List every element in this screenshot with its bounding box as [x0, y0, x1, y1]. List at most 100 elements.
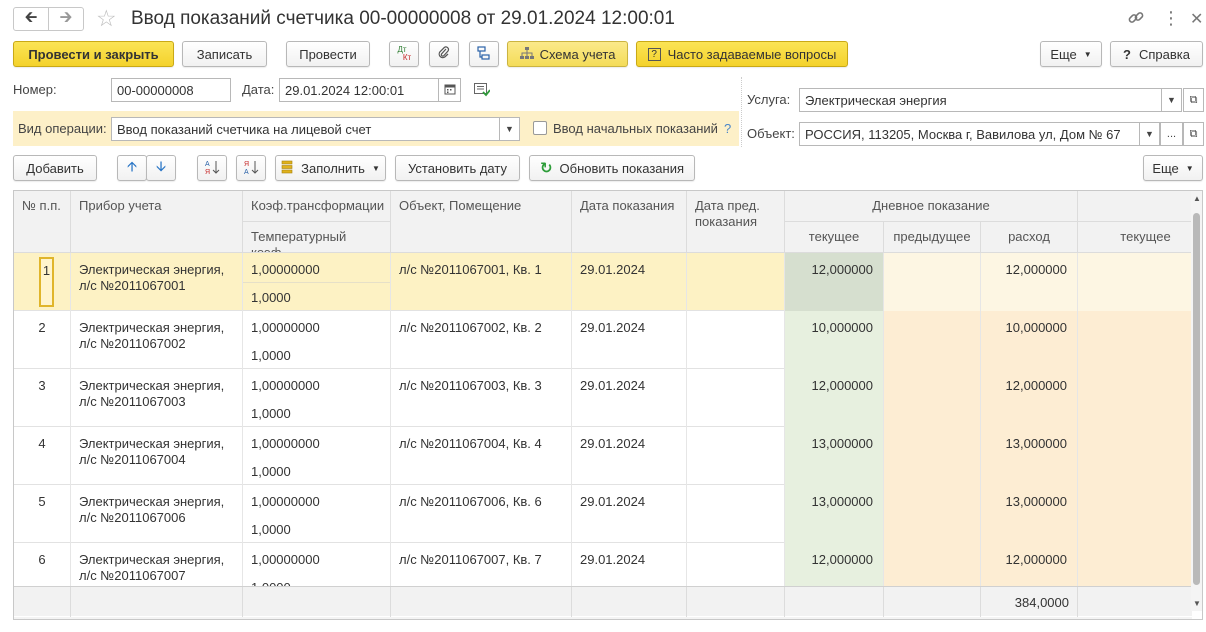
cell-object[interactable]: л/с №2011067002, Кв. 2 [391, 311, 572, 369]
cell-object[interactable]: л/с №2011067003, Кв. 3 [391, 369, 572, 427]
header-num[interactable]: № п.п. [14, 191, 71, 253]
set-date-button[interactable]: Установить дату [395, 155, 520, 181]
cell-object[interactable]: л/с №2011067006, Кв. 6 [391, 485, 572, 543]
cell-coef[interactable]: 1,00000000 1,0000 [243, 427, 391, 485]
cell-prev[interactable] [687, 253, 785, 311]
dt-kt-button[interactable]: Дт Кт [389, 41, 419, 67]
cell-coef[interactable]: 1,00000000 1,0000 [243, 369, 391, 427]
service-dropdown-button[interactable]: ▼ [1161, 88, 1182, 112]
cell-current[interactable]: 13,000000 [785, 485, 884, 543]
back-button[interactable]: 🡰 [13, 7, 49, 31]
cell-cur2[interactable] [1078, 253, 1192, 311]
favorite-star-icon[interactable]: ☆ [96, 5, 117, 31]
cell-object[interactable]: л/с №2011067004, Кв. 4 [391, 427, 572, 485]
table-row[interactable]: 4 Электрическая энергия, л/с №2011067004 1,… [14, 427, 1192, 485]
object-field[interactable]: РОССИЯ, 113205, Москва г, Вавилова ул, Д… [799, 122, 1140, 146]
cell-previous[interactable] [884, 427, 981, 485]
header-device[interactable]: Прибор учета [71, 191, 243, 253]
cell-cur2[interactable] [1078, 311, 1192, 369]
cell-current[interactable]: 10,000000 [785, 311, 884, 369]
close-icon[interactable]: ✕ [1190, 9, 1203, 29]
horizontal-scroll-thumb[interactable] [38, 619, 702, 620]
cell-current[interactable]: 13,000000 [785, 427, 884, 485]
cell-coef[interactable]: 1,00000000 1,0000 [243, 485, 391, 543]
cell-date[interactable]: 29.01.2024 [572, 253, 687, 311]
cell-usage[interactable]: 12,000000 [981, 369, 1078, 427]
operation-dropdown-button[interactable]: ▼ [499, 117, 520, 141]
attach-button[interactable] [429, 41, 459, 67]
forward-button[interactable]: 🡲 [48, 7, 84, 31]
cell-usage[interactable]: 10,000000 [981, 311, 1078, 369]
cell-object[interactable]: л/с №2011067001, Кв. 1 [391, 253, 572, 311]
cell-current[interactable]: 12,000000 [785, 369, 884, 427]
cell-date[interactable]: 29.01.2024 [572, 427, 687, 485]
readings-table[interactable]: № п.п. Прибор учета Коэф.трансформации Т… [13, 190, 1203, 620]
help-button[interactable]: ? Справка [1110, 41, 1203, 67]
service-open-button[interactable]: ⧉ [1183, 88, 1204, 112]
header-coef[interactable]: Коэф.трансформации [243, 191, 391, 222]
calendar-button[interactable] [438, 78, 461, 102]
cell-usage[interactable]: 13,000000 [981, 485, 1078, 543]
structure-button[interactable] [469, 41, 499, 67]
cell-n[interactable]: 3 [14, 369, 71, 427]
more-vertical-icon[interactable]: ⋮ [1162, 8, 1180, 29]
cell-previous[interactable] [884, 311, 981, 369]
scroll-up-icon[interactable]: ▲ [1193, 194, 1201, 203]
operation-select[interactable]: Ввод показаний счетчика на лицевой счет [111, 117, 500, 141]
cell-current[interactable]: 12,000000 [785, 253, 884, 311]
object-dropdown-button[interactable]: ▼ [1139, 122, 1160, 146]
scroll-right-icon[interactable]: ▶ [1178, 617, 1184, 619]
horizontal-scrollbar[interactable]: ◀ ▶ [14, 617, 1192, 620]
cell-previous[interactable] [884, 485, 981, 543]
scroll-down-icon[interactable]: ▼ [1193, 599, 1201, 608]
cell-previous[interactable] [884, 369, 981, 427]
cell-prev[interactable] [687, 311, 785, 369]
cell-date[interactable]: 29.01.2024 [572, 485, 687, 543]
move-down-button[interactable]: 🡫 [146, 155, 176, 181]
save-button[interactable]: Записать [182, 41, 267, 67]
header-current-2[interactable]: текущее [1078, 222, 1192, 253]
fill-button[interactable]: Заполнить ▼ [275, 155, 386, 181]
cell-coef[interactable]: 1,00000000 1,0000 [243, 253, 391, 311]
cell-cur2[interactable] [1078, 369, 1192, 427]
cell-n[interactable]: 2 [14, 311, 71, 369]
header-temp[interactable]: Температурный коэф. [243, 222, 391, 253]
vertical-scrollbar[interactable]: ▲ ▼ [1191, 191, 1202, 611]
cell-device[interactable]: Электрическая энергия, л/с №2011067006 [71, 485, 243, 543]
table-row[interactable]: 2 Электрическая энергия, л/с №2011067002 1,… [14, 311, 1192, 369]
header-usage[interactable]: расход [981, 222, 1078, 253]
table-row[interactable]: 3 Электрическая энергия, л/с №2011067003 1,… [14, 369, 1192, 427]
faq-button[interactable]: ? Часто задаваемые вопросы [636, 41, 848, 67]
cell-prev[interactable] [687, 427, 785, 485]
cell-n[interactable]: 1 [14, 253, 71, 311]
cell-n[interactable]: 4 [14, 427, 71, 485]
scheme-button[interactable]: Схема учета [507, 41, 628, 67]
header-current[interactable]: текущее [785, 222, 884, 253]
table-row[interactable]: 5 Электрическая энергия, л/с №2011067006 1,… [14, 485, 1192, 543]
cell-usage[interactable]: 12,000000 [981, 253, 1078, 311]
cell-date[interactable]: 29.01.2024 [572, 311, 687, 369]
scroll-left-icon[interactable]: ◀ [18, 617, 24, 619]
initial-readings-help[interactable]: ? [724, 121, 731, 136]
header-previous[interactable]: предыдущее [884, 222, 981, 253]
cell-cur2[interactable] [1078, 485, 1192, 543]
table-more-button[interactable]: Еще ▼ [1143, 155, 1203, 181]
object-open-button[interactable]: ⧉ [1183, 122, 1204, 146]
move-up-button[interactable]: 🡩 [117, 155, 147, 181]
object-select-button[interactable]: ... [1160, 122, 1183, 146]
header-prev-date[interactable]: Дата пред. показания [687, 191, 785, 253]
sort-desc-button[interactable]: ЯА [236, 155, 266, 181]
header-object[interactable]: Объект, Помещение [391, 191, 572, 253]
cell-n[interactable]: 5 [14, 485, 71, 543]
cell-usage[interactable]: 13,000000 [981, 427, 1078, 485]
cell-coef[interactable]: 1,00000000 1,0000 [243, 311, 391, 369]
refresh-readings-button[interactable]: ↻ Обновить показания [529, 155, 695, 181]
add-row-button[interactable]: Добавить [13, 155, 97, 181]
link-icon[interactable] [1127, 9, 1145, 32]
vertical-scroll-thumb[interactable] [1193, 213, 1200, 585]
date-field[interactable]: 29.01.2024 12:00:01 [279, 78, 439, 102]
cell-device[interactable]: Электрическая энергия, л/с №2011067002 [71, 311, 243, 369]
more-button[interactable]: Еще ▼ [1040, 41, 1102, 67]
post-and-close-button[interactable]: Провести и закрыть [13, 41, 174, 67]
cell-date[interactable]: 29.01.2024 [572, 369, 687, 427]
